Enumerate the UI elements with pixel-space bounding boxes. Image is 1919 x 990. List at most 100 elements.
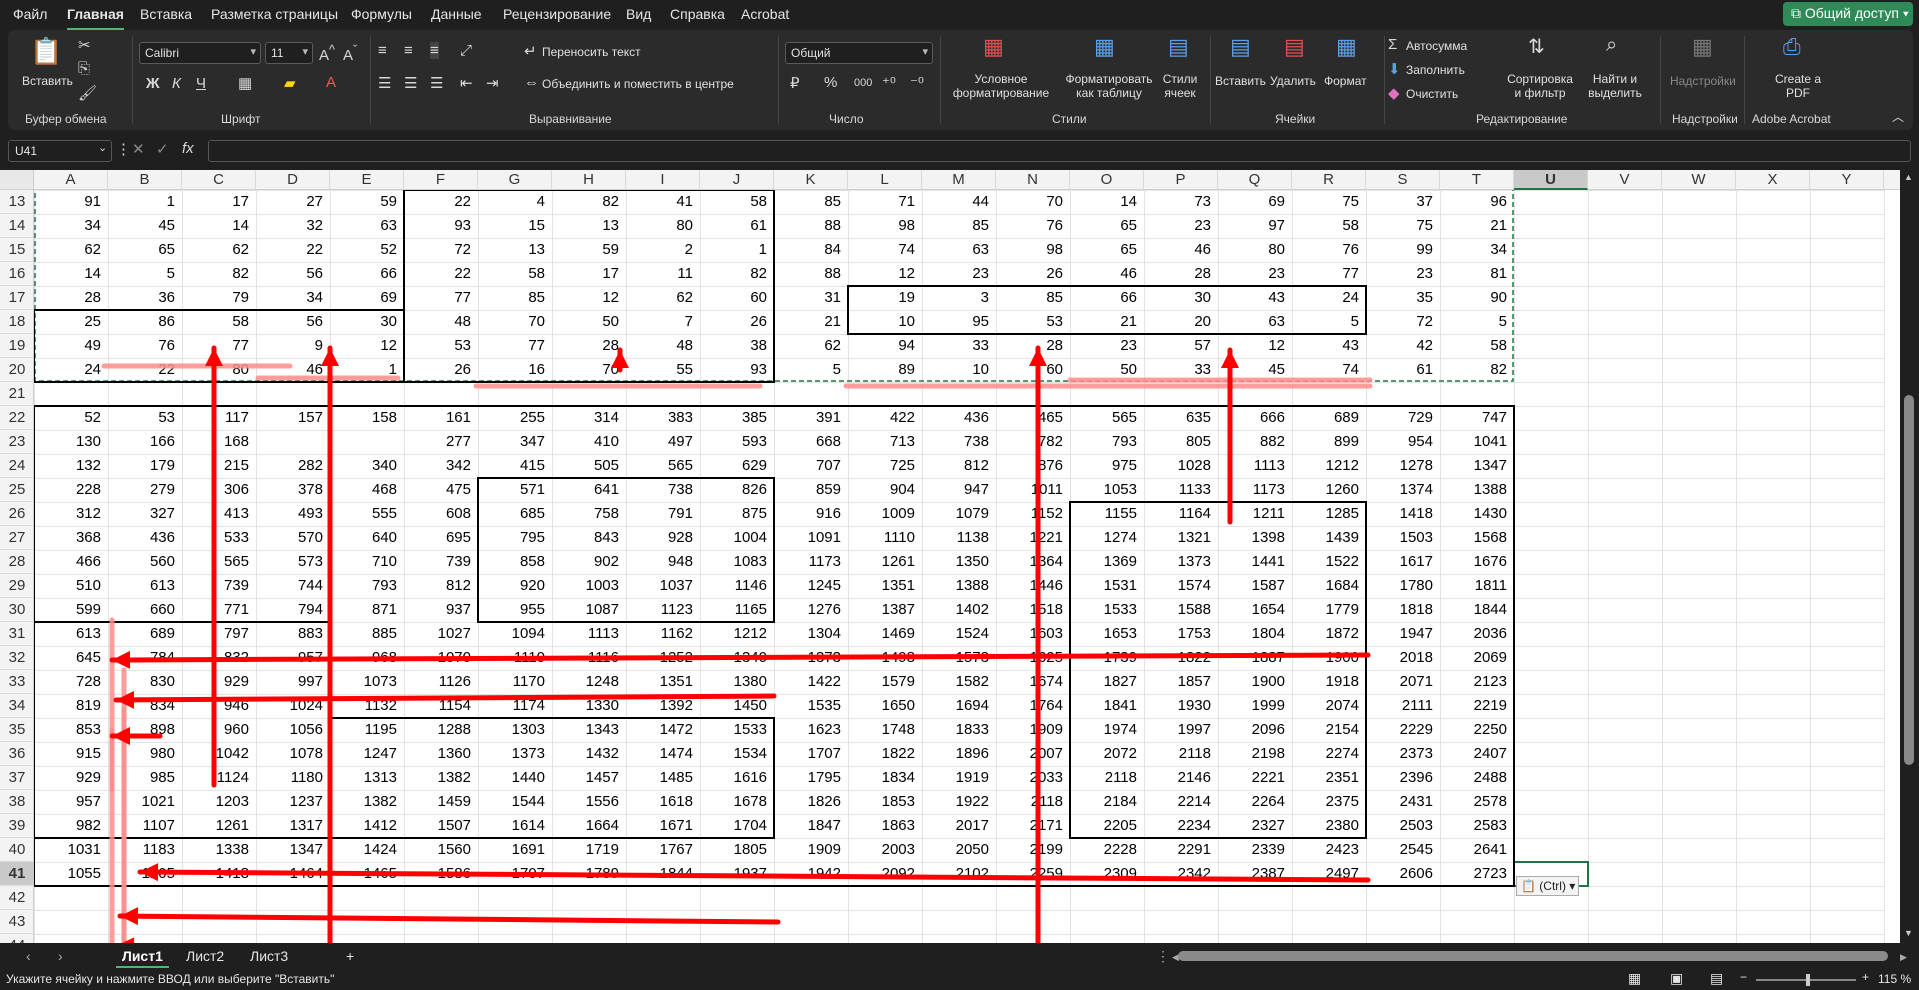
- cell-o38[interactable]: 2184: [1070, 790, 1144, 814]
- cell-k14[interactable]: 88: [774, 214, 848, 238]
- cell-r19[interactable]: 43: [1292, 334, 1366, 358]
- cell-m20[interactable]: 10: [922, 358, 996, 382]
- cell-t31[interactable]: 2036: [1440, 622, 1514, 646]
- cell-n20[interactable]: 60: [996, 358, 1070, 382]
- cell-r24[interactable]: 1212: [1292, 454, 1366, 478]
- page-break-view-icon[interactable]: ▤: [1710, 970, 1723, 987]
- cell-g36[interactable]: 1373: [478, 742, 552, 766]
- cell-b38[interactable]: 1021: [108, 790, 182, 814]
- cell-r30[interactable]: 1779: [1292, 598, 1366, 622]
- cell-o19[interactable]: 23: [1070, 334, 1144, 358]
- cell-e29[interactable]: 793: [330, 574, 404, 598]
- cell-i24[interactable]: 565: [626, 454, 700, 478]
- column-header-d[interactable]: D: [256, 170, 330, 190]
- scroll-up-icon[interactable]: ▲: [1904, 172, 1913, 182]
- cell-p25[interactable]: 1133: [1144, 478, 1218, 502]
- cell-f23[interactable]: 277: [404, 430, 478, 454]
- cell-m32[interactable]: 1573: [922, 646, 996, 670]
- cell-c17[interactable]: 79: [182, 286, 256, 310]
- row-header-16[interactable]: 16: [0, 262, 34, 286]
- cell-n14[interactable]: 76: [996, 214, 1070, 238]
- scroll-down-icon[interactable]: ▼: [1904, 928, 1913, 938]
- cell-b22[interactable]: 53: [108, 406, 182, 430]
- row-header-31[interactable]: 31: [0, 622, 34, 646]
- cell-a14[interactable]: 34: [34, 214, 108, 238]
- cell-q15[interactable]: 80: [1218, 238, 1292, 262]
- cell-d29[interactable]: 744: [256, 574, 330, 598]
- cell-e16[interactable]: 66: [330, 262, 404, 286]
- decrease-indent-icon[interactable]: ⇤: [460, 74, 473, 92]
- cell-j36[interactable]: 1534: [700, 742, 774, 766]
- cell-q22[interactable]: 666: [1218, 406, 1292, 430]
- cell-f16[interactable]: 22: [404, 262, 478, 286]
- percent-button[interactable]: %: [824, 74, 837, 91]
- cell-r32[interactable]: 1900: [1292, 646, 1366, 670]
- cell-o15[interactable]: 65: [1070, 238, 1144, 262]
- column-header-g[interactable]: G: [478, 170, 552, 190]
- cell-h20[interactable]: 70: [552, 358, 626, 382]
- row-header-17[interactable]: 17: [0, 286, 34, 310]
- cell-d16[interactable]: 56: [256, 262, 330, 286]
- cell-q29[interactable]: 1587: [1218, 574, 1292, 598]
- cell-b35[interactable]: 898: [108, 718, 182, 742]
- cell-a25[interactable]: 228: [34, 478, 108, 502]
- clear-button[interactable]: Очистить: [1406, 87, 1458, 101]
- zoom-slider-thumb[interactable]: [1806, 974, 1810, 986]
- cell-t38[interactable]: 2578: [1440, 790, 1514, 814]
- cell-s15[interactable]: 99: [1366, 238, 1440, 262]
- cell-g15[interactable]: 13: [478, 238, 552, 262]
- cell-g35[interactable]: 1303: [478, 718, 552, 742]
- number-format-combo[interactable]: Общий: [785, 42, 933, 64]
- cell-s20[interactable]: 61: [1366, 358, 1440, 382]
- cell-o13[interactable]: 14: [1070, 190, 1144, 214]
- row-header-22[interactable]: 22: [0, 406, 34, 430]
- cell-b27[interactable]: 436: [108, 526, 182, 550]
- cell-l19[interactable]: 94: [848, 334, 922, 358]
- cell-r16[interactable]: 77: [1292, 262, 1366, 286]
- cell-f20[interactable]: 26: [404, 358, 478, 382]
- cell-i20[interactable]: 55: [626, 358, 700, 382]
- cell-i33[interactable]: 1351: [626, 670, 700, 694]
- cell-g24[interactable]: 415: [478, 454, 552, 478]
- collapse-ribbon-icon[interactable]: ︿: [1892, 108, 1904, 125]
- cell-q14[interactable]: 97: [1218, 214, 1292, 238]
- cell-s23[interactable]: 954: [1366, 430, 1440, 454]
- cell-h15[interactable]: 59: [552, 238, 626, 262]
- cell-d39[interactable]: 1317: [256, 814, 330, 838]
- cell-t37[interactable]: 2488: [1440, 766, 1514, 790]
- cell-o36[interactable]: 2072: [1070, 742, 1144, 766]
- cell-h36[interactable]: 1432: [552, 742, 626, 766]
- cell-e40[interactable]: 1424: [330, 838, 404, 862]
- cell-f14[interactable]: 93: [404, 214, 478, 238]
- vertical-scroll-thumb[interactable]: [1904, 395, 1914, 765]
- cell-m30[interactable]: 1402: [922, 598, 996, 622]
- column-header-s[interactable]: S: [1366, 170, 1440, 190]
- cell-q20[interactable]: 45: [1218, 358, 1292, 382]
- cell-e20[interactable]: 1: [330, 358, 404, 382]
- cell-m15[interactable]: 63: [922, 238, 996, 262]
- cell-o28[interactable]: 1369: [1070, 550, 1144, 574]
- cell-p33[interactable]: 1857: [1144, 670, 1218, 694]
- cell-s19[interactable]: 42: [1366, 334, 1440, 358]
- cell-o22[interactable]: 565: [1070, 406, 1144, 430]
- zoom-out-icon[interactable]: −: [1740, 970, 1747, 984]
- cell-o17[interactable]: 66: [1070, 286, 1144, 310]
- sheet-tab-1[interactable]: Лист1: [116, 946, 169, 968]
- cell-c38[interactable]: 1203: [182, 790, 256, 814]
- cell-b32[interactable]: 784: [108, 646, 182, 670]
- name-box[interactable]: U41: [8, 140, 112, 162]
- cell-i19[interactable]: 48: [626, 334, 700, 358]
- column-header-n[interactable]: N: [996, 170, 1070, 190]
- cell-k23[interactable]: 668: [774, 430, 848, 454]
- cell-p35[interactable]: 1997: [1144, 718, 1218, 742]
- cell-h16[interactable]: 17: [552, 262, 626, 286]
- cell-p18[interactable]: 20: [1144, 310, 1218, 334]
- cell-e33[interactable]: 1073: [330, 670, 404, 694]
- cell-i39[interactable]: 1671: [626, 814, 700, 838]
- cell-s30[interactable]: 1818: [1366, 598, 1440, 622]
- cell-r18[interactable]: 5: [1292, 310, 1366, 334]
- cell-m31[interactable]: 1524: [922, 622, 996, 646]
- cell-b36[interactable]: 980: [108, 742, 182, 766]
- row-header-42[interactable]: 42: [0, 886, 34, 910]
- cell-f36[interactable]: 1360: [404, 742, 478, 766]
